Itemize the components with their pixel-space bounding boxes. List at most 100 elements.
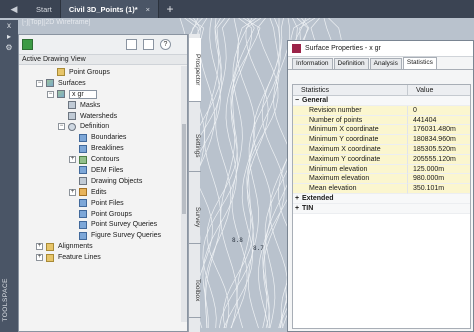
blue-icon [79,231,87,240]
cube-icon [68,112,76,120]
blue-icon [79,199,87,208]
tab-toolbox[interactable]: Toolbox [189,264,201,318]
collapse-icon[interactable]: − [58,123,65,131]
expand-icon[interactable]: + [69,188,76,196]
toolspace-title: TOOLSPACE [2,278,9,322]
tab-survey[interactable]: Survey [189,192,201,244]
view-selector-dropdown[interactable]: Active Drawing View [19,55,187,65]
collapse-icon[interactable]: − [295,96,302,106]
tree-item[interactable]: DEM Files [19,165,187,176]
toolspace-scrollbar[interactable] [181,66,187,322]
scrollbar-thumb[interactable] [182,124,186,214]
tree-item[interactable]: + Edits [19,187,187,198]
dialog-tabs: Information Definition Analysis Statisti… [288,57,473,70]
statistic-value: 205555.120m [408,154,470,165]
def-icon [68,122,76,131]
group-name: TIN [302,204,314,212]
tree-item[interactable]: − Definition [19,121,187,132]
group-name-cell: + TIN [293,204,408,214]
expand-icon[interactable]: + [36,254,43,262]
tree-item[interactable]: Point Survey Queries [19,219,187,230]
statistic-row[interactable]: Minimum X coordinate 176031.480m [293,125,470,136]
tree-item[interactable]: + Alignments [19,241,187,252]
column-statistics[interactable]: Statistics [293,85,408,95]
tab-prospector[interactable]: Prospector [189,38,201,102]
help-icon[interactable]: ? [160,39,171,50]
tab-civil3d-points[interactable]: Civil 3D_Points (1)* × [60,0,160,18]
drawing-point-label: 8.7 [253,245,264,252]
folder-icon [46,253,54,262]
group-value-cell [408,194,470,204]
expand-icon[interactable]: + [69,156,76,164]
new-tab-button[interactable]: + [159,0,181,18]
statistic-value: 176031.480m [408,125,470,136]
collapse-icon[interactable]: − [36,79,43,87]
contour-line [204,18,232,329]
statistic-name: Maximum X coordinate [293,144,408,155]
toolspace-toolbar: ? [19,35,187,55]
tab-settings[interactable]: Settings [189,120,201,172]
toolspace-properties-icon[interactable]: ⚙ [0,42,18,53]
tree-item[interactable]: Point Files [19,198,187,209]
folder-icon [46,242,54,251]
surface-properties-dialog: Surface Properties - x gr Information De… [287,40,474,332]
tree-item[interactable]: Drawing Objects [19,176,187,187]
tree-item[interactable]: Point Groups [19,67,187,78]
tab-nav-left-icon[interactable]: ◀ [0,0,28,18]
grid-header: Statistics Value [293,85,470,96]
tree-item-label: Boundaries [91,134,127,142]
statistic-name: Maximum Y coordinate [293,154,408,165]
statistic-name: Minimum elevation [293,164,408,175]
statistic-name: Number of points [293,115,408,126]
statistic-row[interactable]: Revision number 0 [293,105,470,116]
tree-item[interactable]: Boundaries [19,132,187,143]
tab-definition[interactable]: Definition [333,58,369,69]
orange-icon [79,188,87,197]
group-name-cell: − General [293,96,408,106]
dialog-title-bar[interactable]: Surface Properties - x gr [288,41,473,57]
tree-item[interactable]: Figure Survey Queries [19,230,187,241]
group-row[interactable]: − General [293,96,470,106]
tree-item-label: Definition [80,123,110,131]
column-value[interactable]: Value [408,85,433,95]
blue-icon [79,220,87,229]
window-icon[interactable] [126,39,137,50]
tab-information[interactable]: Information [292,58,333,69]
close-tab-icon[interactable]: × [146,5,150,14]
tree-item[interactable]: + Contours [19,154,187,165]
tree-item[interactable]: Breaklines [19,143,187,154]
civil3d-logo-icon [292,44,301,53]
statistic-row[interactable]: Maximum elevation 980.000m [293,174,470,185]
tree-item[interactable]: Watersheds [19,111,187,122]
expand-icon[interactable]: + [295,204,302,214]
group-row[interactable]: + Extended [293,193,470,204]
tree-item[interactable]: Point Groups [19,209,187,220]
statistic-row[interactable]: Minimum elevation 125.000m [293,164,470,175]
statistic-row[interactable]: Maximum Y coordinate 205555.120m [293,154,470,165]
tree-item[interactable]: + Feature Lines [19,252,187,263]
statistic-row[interactable]: Number of points 441404 [293,115,470,126]
statistic-row[interactable]: Minimum Y coordinate 180834.960m [293,135,470,145]
statistic-row[interactable]: Mean elevation 350.101m [293,184,470,194]
tree-item-label: Alignments [58,243,93,251]
statistic-value: 350.101m [408,184,470,194]
statistic-name: Minimum Y coordinate [293,135,408,145]
toolspace-autohide-icon[interactable]: ▸ [0,31,18,42]
collapse-icon[interactable]: − [47,90,54,98]
statistic-row[interactable]: Maximum X coordinate 185305.520m [293,144,470,155]
tree-item-label: Point Groups [91,210,132,218]
expand-icon[interactable]: + [295,194,302,204]
blue-icon [79,133,87,142]
tree-item[interactable]: Masks [19,100,187,111]
tree-item[interactable]: − Surfaces [19,78,187,89]
tab-analysis[interactable]: Analysis [369,58,402,69]
tree-item[interactable]: − x gr [19,89,187,100]
project-icon[interactable] [22,39,33,50]
viewport-controls-label[interactable]: [-][Top][2D Wireframe] [22,19,90,26]
tab-statistics[interactable]: Statistics [402,57,437,69]
tab-start[interactable]: Start [28,0,61,18]
expand-icon[interactable]: + [36,243,43,251]
group-row[interactable]: + TIN [293,203,470,214]
panel-icon[interactable] [143,39,154,50]
toolspace-close-icon[interactable]: x [0,20,18,31]
